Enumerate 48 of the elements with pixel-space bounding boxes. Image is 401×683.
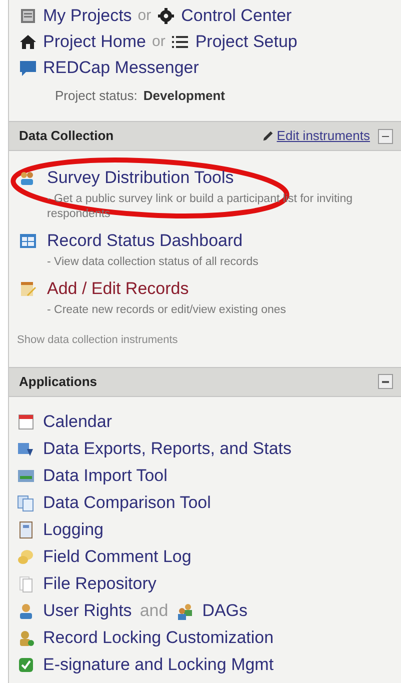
documents-icon [17, 494, 35, 512]
home-icon [19, 33, 37, 51]
app-link[interactable]: File Repository [43, 571, 156, 597]
app-link[interactable]: User Rights [43, 598, 132, 624]
export-icon [17, 440, 35, 458]
nav-link[interactable]: Control Center [181, 3, 292, 29]
list-icon [19, 7, 37, 25]
collapse-button[interactable] [378, 374, 393, 389]
user-icon [17, 602, 35, 620]
import-icon [17, 467, 35, 485]
tool-description: - View data collection status of all records [46, 255, 260, 270]
padlock-user-icon [17, 629, 35, 647]
grid-icon [17, 232, 39, 250]
tool-description: - Create new records or edit/view existing ones [46, 303, 288, 318]
app-link[interactable]: Logging [43, 517, 104, 543]
gear-icon [157, 7, 176, 25]
joiner-text: and [140, 600, 168, 622]
app-link[interactable]: Calendar [43, 409, 112, 435]
notebook-icon [17, 521, 35, 539]
app-link[interactable]: DAGs [202, 598, 248, 624]
files-icon [17, 575, 35, 593]
app-link[interactable]: Field Comment Log [43, 544, 192, 570]
nav-link[interactable]: My Projects [43, 3, 132, 29]
nav-link[interactable]: Project Setup [195, 29, 298, 55]
check-icon [17, 656, 35, 674]
group-icon [176, 602, 194, 620]
nav-link[interactable]: REDCap Messenger [43, 55, 199, 81]
collapse-button[interactable] [378, 128, 393, 144]
section-title: Applications [19, 372, 98, 391]
joiner-text: or [152, 32, 166, 52]
section-title: Data Collection [19, 127, 114, 146]
tool-link[interactable]: Survey Distribution Tools [47, 165, 234, 191]
tool-link[interactable]: Add / Edit Records [47, 276, 189, 302]
app-link[interactable]: E-signature and Locking Mgmt [43, 652, 274, 678]
app-link[interactable]: Record Locking Customization [43, 625, 274, 651]
app-link[interactable]: Data Exports, Reports, and Stats [43, 436, 292, 462]
status-label: Project status: [55, 87, 138, 106]
list-icon [171, 33, 190, 51]
tool-link[interactable]: Record Status Dashboard [47, 228, 243, 254]
calendar-icon [17, 413, 35, 431]
chat-icon [19, 59, 37, 77]
speech-bubble-icon [17, 548, 35, 566]
joiner-text: or [138, 6, 152, 26]
app-link[interactable]: Data Comparison Tool [43, 490, 211, 516]
nav-link[interactable]: Project Home [43, 29, 146, 55]
status-value: Development [143, 87, 226, 106]
edit-instruments-link[interactable]: Edit instruments [262, 126, 370, 146]
app-link[interactable]: Data Import Tool [43, 463, 168, 489]
